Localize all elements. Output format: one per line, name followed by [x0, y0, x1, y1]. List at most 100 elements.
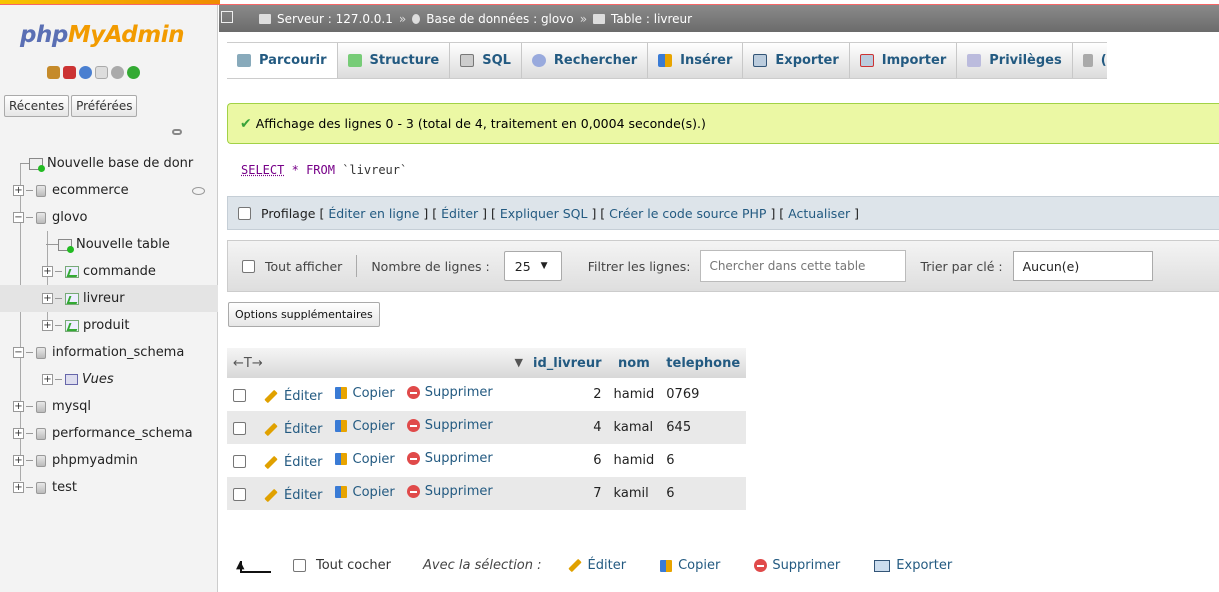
- expand-icon[interactable]: +: [42, 320, 53, 331]
- column-header-id-livreur[interactable]: id_livreur: [527, 348, 608, 378]
- rows-count-select[interactable]: 25 ▼: [503, 251, 562, 281]
- row-checkbox[interactable]: [233, 455, 246, 468]
- favorites-tab[interactable]: Préférées: [71, 95, 138, 117]
- tree-item-new-table[interactable]: Nouvelle table: [0, 231, 218, 258]
- tab-browse[interactable]: Parcourir: [227, 43, 338, 78]
- check-all-label[interactable]: Tout cocher: [316, 558, 391, 573]
- tree-item-performance-schema[interactable]: + performance_schema: [0, 420, 218, 447]
- tab-privileges[interactable]: Privilèges: [957, 43, 1073, 78]
- edit-query-link[interactable]: Éditer: [441, 206, 478, 221]
- bulk-delete-button[interactable]: Supprimer: [754, 558, 840, 573]
- tab-search[interactable]: Rechercher: [522, 43, 649, 78]
- breadcrumb-table[interactable]: Table : livreur: [611, 12, 692, 26]
- tree-item-glovo[interactable]: − glovo: [0, 204, 218, 231]
- cell-nom[interactable]: hamid: [607, 444, 661, 477]
- refresh-link[interactable]: Actualiser: [788, 206, 850, 221]
- cell-telephone[interactable]: 0769: [660, 378, 747, 411]
- bulk-export-button[interactable]: Exporter: [874, 558, 952, 573]
- expand-icon[interactable]: +: [13, 428, 24, 439]
- expand-icon[interactable]: +: [13, 401, 24, 412]
- help-icon[interactable]: [79, 66, 92, 79]
- row-edit-button[interactable]: Éditer: [264, 422, 323, 437]
- check-all-checkbox[interactable]: [293, 559, 306, 572]
- tree-item-new-database[interactable]: Nouvelle base de donr: [0, 150, 218, 177]
- cell-id-livreur[interactable]: 2: [527, 378, 608, 411]
- row-copy-button[interactable]: Copier: [334, 452, 395, 467]
- tab-export[interactable]: Exporter: [743, 43, 850, 78]
- sql-query-box[interactable]: SELECT * FROM `livreur`: [227, 150, 1219, 190]
- cell-nom[interactable]: kamil: [607, 477, 661, 510]
- sql-keyword-select[interactable]: SELECT: [241, 163, 284, 177]
- tree-item-phpmyadmin[interactable]: + phpmyadmin: [0, 447, 218, 474]
- tree-item-vues[interactable]: + Vues: [0, 366, 218, 393]
- settings-icon[interactable]: [111, 66, 124, 79]
- profiling-checkbox[interactable]: [238, 206, 251, 220]
- expand-icon[interactable]: +: [13, 482, 24, 493]
- sort-indicator-icon[interactable]: ▼: [515, 356, 523, 369]
- edit-inline-link[interactable]: Éditer en ligne: [328, 206, 419, 221]
- sort-by-key-select[interactable]: Aucun(e): [1012, 251, 1153, 281]
- docs-icon[interactable]: [95, 66, 108, 79]
- row-copy-button[interactable]: Copier: [334, 485, 395, 500]
- tree-item-livreur[interactable]: + livreur: [0, 285, 218, 312]
- row-edit-button[interactable]: Éditer: [264, 488, 323, 503]
- bulk-copy-button[interactable]: Copier: [660, 558, 720, 573]
- row-edit-button[interactable]: Éditer: [264, 455, 323, 470]
- row-copy-button[interactable]: Copier: [334, 419, 395, 434]
- create-php-code-link[interactable]: Créer le code source PHP: [609, 206, 766, 221]
- tree-item-ecommerce[interactable]: + ecommerce: [0, 177, 218, 204]
- cell-telephone[interactable]: 6: [660, 444, 747, 477]
- tab-import[interactable]: Importer: [850, 43, 958, 78]
- show-all-checkbox[interactable]: [242, 259, 255, 273]
- expand-icon[interactable]: +: [42, 293, 53, 304]
- tab-sql[interactable]: SQL: [450, 43, 522, 78]
- row-delete-button[interactable]: Supprimer: [406, 484, 493, 499]
- tab-structure[interactable]: Structure: [338, 43, 451, 78]
- cell-id-livreur[interactable]: 7: [527, 477, 608, 510]
- row-delete-button[interactable]: Supprimer: [406, 451, 493, 466]
- row-checkbox[interactable]: [233, 389, 246, 402]
- breadcrumb-server[interactable]: Serveur : 127.0.0.1: [277, 12, 393, 26]
- row-delete-button[interactable]: Supprimer: [406, 385, 493, 400]
- column-header-nom[interactable]: nom: [607, 348, 661, 378]
- row-checkbox[interactable]: [233, 422, 246, 435]
- row-delete-button[interactable]: Supprimer: [406, 418, 493, 433]
- extra-options-button[interactable]: Options supplémentaires: [228, 302, 380, 327]
- eye-icon[interactable]: [192, 186, 205, 195]
- cell-nom[interactable]: hamid: [607, 378, 661, 411]
- filter-rows-input[interactable]: Chercher dans cette table: [700, 250, 907, 282]
- collapse-panel-icon[interactable]: [221, 11, 233, 23]
- logout-icon[interactable]: [63, 66, 76, 79]
- link-panel-icon[interactable]: [172, 129, 182, 135]
- breadcrumb-database[interactable]: Base de données : glovo: [426, 12, 573, 26]
- tree-item-information-schema[interactable]: − information_schema: [0, 339, 218, 366]
- expand-icon[interactable]: +: [42, 374, 53, 385]
- collapse-icon[interactable]: −: [13, 212, 24, 223]
- phpmyadmin-logo[interactable]: phpMyAdmin: [20, 22, 184, 48]
- tree-item-mysql[interactable]: + mysql: [0, 393, 218, 420]
- row-checkbox[interactable]: [233, 488, 246, 501]
- tree-item-commande[interactable]: + commande: [0, 258, 218, 285]
- row-copy-button[interactable]: Copier: [334, 386, 395, 401]
- tree-item-test[interactable]: + test: [0, 474, 218, 501]
- cell-telephone[interactable]: 645: [660, 411, 747, 444]
- explain-sql-link[interactable]: Expliquer SQL: [500, 206, 588, 221]
- row-edit-button[interactable]: Éditer: [264, 389, 323, 404]
- cell-telephone[interactable]: 6: [660, 477, 747, 510]
- reload-icon[interactable]: [127, 66, 140, 79]
- cell-nom[interactable]: kamal: [607, 411, 661, 444]
- cell-id-livreur[interactable]: 6: [527, 444, 608, 477]
- column-toggle-arrows[interactable]: ←T→: [233, 356, 263, 371]
- collapse-icon[interactable]: −: [13, 347, 24, 358]
- expand-icon[interactable]: +: [13, 455, 24, 466]
- cell-id-livreur[interactable]: 4: [527, 411, 608, 444]
- expand-icon[interactable]: +: [42, 266, 53, 277]
- tree-item-produit[interactable]: + produit: [0, 312, 218, 339]
- tab-insert[interactable]: Insérer: [648, 43, 744, 78]
- expand-icon[interactable]: +: [13, 185, 24, 196]
- bulk-edit-button[interactable]: Éditer: [567, 558, 626, 573]
- tab-operations[interactable]: (: [1073, 43, 1107, 78]
- recent-tab[interactable]: Récentes: [4, 95, 70, 117]
- column-header-telephone[interactable]: telephone: [660, 348, 747, 378]
- home-icon[interactable]: [47, 66, 60, 79]
